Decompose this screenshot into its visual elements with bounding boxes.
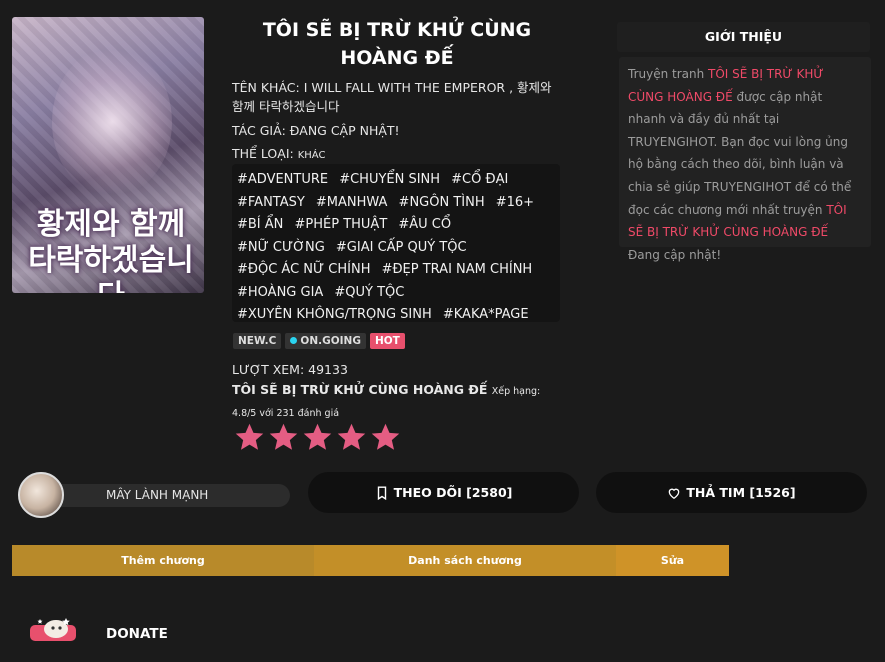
uploader[interactable]: MÂY LÀNH MẠNH (18, 472, 290, 518)
bookmark-icon (377, 485, 386, 500)
tag[interactable]: #PHÉP THUẬT (295, 214, 388, 236)
star-icon[interactable] (233, 421, 266, 454)
tag[interactable]: #HOÀNG GIA (237, 282, 323, 304)
tag[interactable]: #FANTASY (237, 192, 305, 214)
like-label: THẢ TIM [1526] (686, 485, 796, 500)
cover-title-art: 황제와 함께 타락하겠습니다 (28, 207, 194, 293)
intro-text: được cập nhật nhanh và đầy đủ nhất tại T… (628, 89, 852, 217)
status-label: ON.GOING (300, 335, 361, 347)
star-icon[interactable] (335, 421, 368, 454)
comic-title: TÔI SẼ BỊ TRỪ KHỬ CÙNG HOÀNG ĐẾ (262, 19, 532, 69)
badge-row: NEW.C ON.GOING HOT (233, 333, 405, 349)
tag[interactable]: #ÂU CỔ (398, 214, 451, 236)
tag[interactable]: #XUYÊN KHÔNG/TRỌNG SINH (237, 304, 432, 326)
tag[interactable]: #ADVENTURE (237, 169, 328, 191)
cover-glow (52, 47, 172, 197)
genre-extra[interactable]: KHÁC (298, 150, 326, 161)
star-icon[interactable] (267, 421, 300, 454)
tag[interactable]: #MANHWA (316, 192, 388, 214)
uploader-name[interactable]: MÂY LÀNH MẠNH (106, 488, 208, 502)
rating-text: TÔI SẼ BỊ TRỪ KHỬ CÙNG HOÀNG ĐẾ Xếp hạng… (232, 380, 562, 424)
add-chapter-button[interactable]: Thêm chương (12, 545, 314, 576)
tag[interactable]: #NGÔN TÌNH (399, 192, 485, 214)
status-dot-icon (290, 337, 298, 344)
star-icon[interactable] (369, 421, 402, 454)
genre-label: THỂ LOẠI: (232, 146, 294, 161)
tag[interactable]: #BÍ ẨN (237, 214, 283, 236)
edit-button[interactable]: Sửa (616, 545, 729, 576)
tag[interactable]: #ĐẸP TRAI NAM CHÍNH (382, 259, 533, 281)
chapter-list-button[interactable]: Danh sách chương (314, 545, 616, 576)
tag-list: #ADVENTURE #CHUYỂN SINH #CỔ ĐẠI #FANTASY… (232, 164, 560, 322)
donate-label[interactable]: DONATE (106, 626, 168, 642)
hot-badge: HOT (369, 333, 405, 349)
intro-text: Truyện tranh (628, 67, 709, 81)
view-count: LƯỢT XEM: 49133 (232, 362, 348, 377)
tag[interactable]: #ĐỘC ÁC NỮ CHÍNH (237, 259, 370, 281)
tag[interactable]: #NỮ CƯỜNG (237, 237, 325, 259)
tag[interactable]: #16+ (496, 192, 534, 214)
follow-button[interactable]: THEO DÕI [2580] (308, 472, 579, 513)
cover-image[interactable]: 황제와 함께 타락하겠습니다 (12, 17, 204, 293)
intro-heading: GIỚI THIỆU (617, 22, 870, 52)
status-badge: ON.GOING (285, 333, 366, 349)
intro-status: Đang cập nhật! (628, 247, 722, 262)
tag[interactable]: #CHUYỂN SINH (339, 169, 440, 191)
author: TÁC GIẢ: ĐANG CẬP NHẬT! (232, 123, 400, 138)
avatar[interactable] (18, 472, 64, 518)
intro-body: Truyện tranh TÔI SẼ BỊ TRỪ KHỬ CÙNG HOÀN… (619, 57, 871, 262)
new-chapter-badge: NEW.C (233, 333, 282, 349)
heart-icon (669, 488, 680, 499)
star-icon[interactable] (301, 421, 334, 454)
donate-icon[interactable] (28, 615, 80, 643)
chapter-action-bar: Thêm chương Danh sách chương Sửa (12, 545, 729, 576)
genre-row: THỂ LOẠI: KHÁC (232, 144, 562, 165)
tag[interactable]: #KAKA*PAGE (443, 304, 529, 326)
like-button[interactable]: THẢ TIM [1526] (596, 472, 867, 513)
tag[interactable]: #GIAI CẤP QUÝ TỘC (336, 237, 467, 259)
tag[interactable]: #CỔ ĐẠI (451, 169, 508, 191)
follow-label: THEO DÕI [2580] (393, 485, 513, 500)
star-rating[interactable] (233, 421, 402, 454)
tag[interactable]: #QUÝ TỘC (334, 282, 404, 304)
rating-title: TÔI SẼ BỊ TRỪ KHỬ CÙNG HOÀNG ĐẾ (232, 382, 488, 397)
other-name: TÊN KHÁC: I WILL FALL WITH THE EMPEROR ,… (232, 80, 552, 114)
